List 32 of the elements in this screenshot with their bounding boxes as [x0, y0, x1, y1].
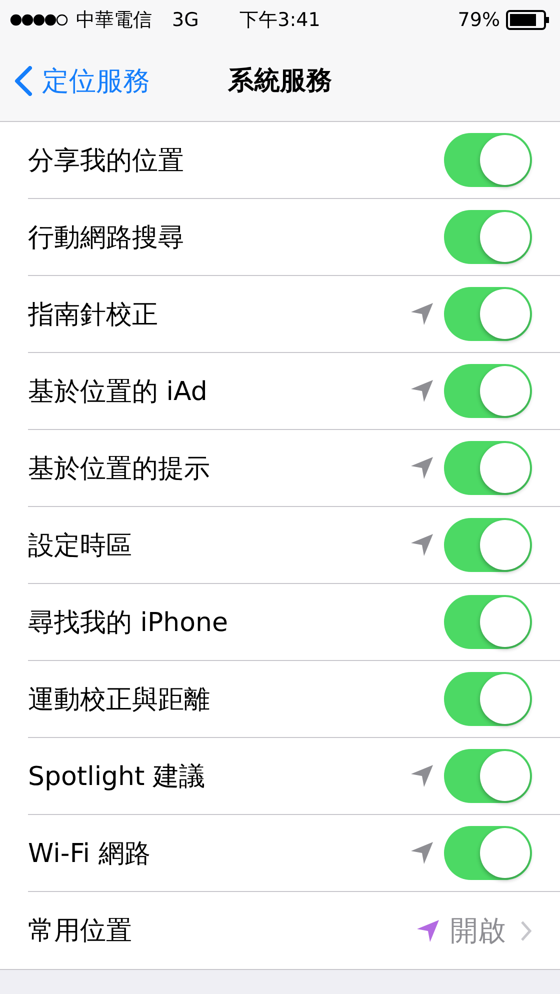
toggle-switch[interactable] [444, 518, 532, 572]
chevron-icon [520, 920, 532, 942]
carrier-name: 中華電信 [76, 8, 152, 33]
row-label: 行動網路搜尋 [28, 222, 185, 254]
row-label: 分享我的位置 [28, 144, 185, 178]
toggle-switch[interactable] [444, 364, 532, 418]
row-label: 常用位置 [28, 915, 133, 948]
signal-icon [10, 14, 68, 26]
row-label: 尋找我的 iPhone [28, 606, 230, 640]
toggle-switch[interactable] [444, 595, 532, 649]
page-title: 系統服務 [228, 66, 332, 96]
row-label: 運動校正與距離 [28, 684, 211, 716]
back-button[interactable]: 定位服務 [0, 62, 150, 98]
battery-icon [506, 10, 550, 30]
network-type: 3G [172, 9, 199, 31]
back-chevron-icon [14, 66, 32, 96]
row-value: 開啟 [450, 912, 506, 948]
row-label: 基於位置的 iAd [28, 376, 208, 408]
toggle-switch[interactable] [444, 749, 532, 803]
row-label: Wi-Fi 網路 [28, 838, 152, 870]
toggle-switch[interactable] [444, 826, 532, 880]
row-label: Spotlight 建議 [28, 760, 206, 794]
status-time: 下午3:41 [240, 8, 320, 33]
toggle-switch[interactable] [444, 672, 532, 726]
toggle-switch[interactable] [444, 287, 532, 341]
battery-percent: 79% [458, 9, 500, 31]
row-label: 設定時區 [28, 530, 133, 562]
toggle-switch[interactable] [444, 441, 532, 495]
row-label: 指南針校正 [28, 298, 159, 332]
row-label: 基於位置的提示 [28, 452, 211, 486]
toggle-switch[interactable] [444, 133, 532, 187]
toggle-switch[interactable] [444, 210, 532, 264]
